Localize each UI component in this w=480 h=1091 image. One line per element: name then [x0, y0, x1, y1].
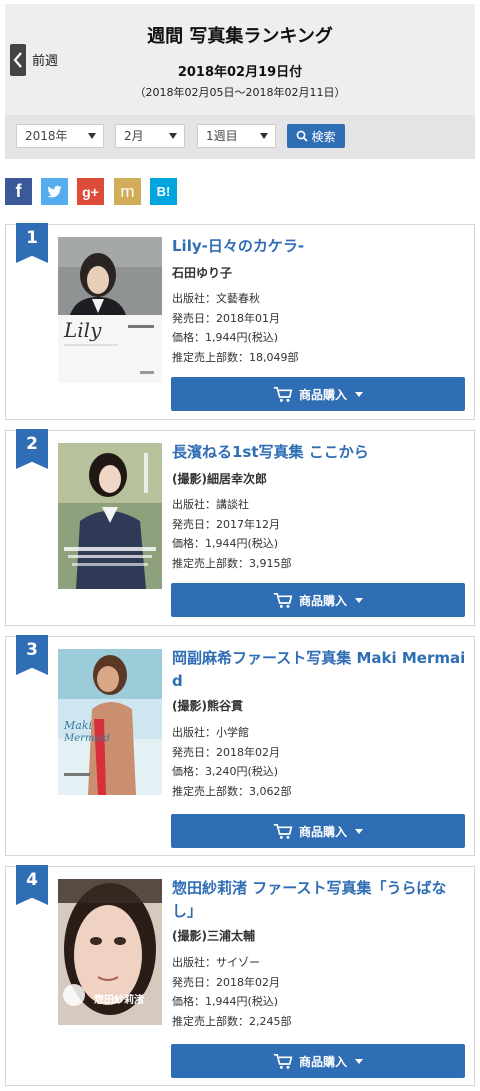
estimated-sales: 推定売上部数：18,049部 — [172, 350, 299, 364]
buy-button[interactable]: 商品購入 — [171, 814, 465, 848]
price: 価格：1,944円(税込) — [172, 331, 279, 344]
publisher: 出版社：文藝春秋 — [172, 292, 260, 305]
facebook-icon: f — [15, 181, 22, 201]
shopping-cart-icon — [273, 823, 293, 839]
buy-button-label: 商品購入 — [298, 824, 347, 839]
book-details: 出版社：文藝春秋 発売日：2018年01月 価格：1,944円(税込) 推定売上… — [172, 289, 299, 367]
book-author: (撮影)細居幸次郎 — [172, 472, 267, 486]
month-select[interactable]: 2月 — [115, 124, 185, 148]
estimated-sales: 推定売上部数：3,062部 — [172, 784, 292, 798]
caret-down-icon — [169, 133, 177, 139]
search-icon — [297, 130, 309, 142]
chevron-down-icon — [355, 828, 363, 834]
search-button-label: 検索 — [311, 129, 336, 144]
twitter-icon — [47, 185, 62, 198]
chevron-down-icon — [355, 391, 363, 397]
year-select-value: 2018年 — [25, 129, 68, 143]
estimated-sales: 推定売上部数：2,245部 — [172, 1014, 292, 1028]
googleplus-share-button[interactable]: g+ — [77, 178, 104, 205]
book-title-link[interactable]: 惣田紗莉渚 ファースト写真集「うらばなし」 — [172, 877, 467, 923]
release-date: 発売日：2018年02月 — [172, 975, 280, 989]
price: 価格：1,944円(税込) — [172, 537, 279, 550]
publisher: 出版社：小学館 — [172, 726, 249, 739]
week-select[interactable]: 1週目 — [197, 124, 276, 148]
chevron-down-icon — [355, 1058, 363, 1064]
buy-button[interactable]: 商品購入 — [171, 377, 465, 411]
price: 価格：3,240円(税込) — [172, 765, 279, 778]
rank-badge: 4 — [16, 865, 48, 905]
book-details: 出版社：小学館 発売日：2018年02月 価格：3,240円(税込) 推定売上部… — [172, 723, 292, 801]
book-title-link[interactable]: Lily-日々のカケラ- — [172, 235, 467, 258]
caret-down-icon — [88, 133, 96, 139]
googleplus-icon: g+ — [82, 183, 99, 200]
release-date: 発売日：2017年12月 — [172, 517, 280, 531]
week-select-value: 1週目 — [206, 129, 238, 143]
buy-button-label: 商品購入 — [298, 593, 347, 608]
buy-button-label: 商品購入 — [298, 1054, 347, 1069]
rank-badge: 3 — [16, 635, 48, 675]
chevron-down-icon — [355, 597, 363, 603]
ranking-item: 4 惣田紗莉渚 惣田紗莉渚 ファースト写真集「うらばなし」 (撮影)三浦太輔 出… — [5, 865, 475, 1086]
book-author: 石田ゆり子 — [172, 266, 233, 280]
page-title: 週間 写真集ランキング — [147, 26, 333, 47]
hatena-share-button[interactable]: B! — [150, 178, 177, 205]
rank-badge: 1 — [16, 223, 48, 263]
buy-button[interactable]: 商品購入 — [171, 583, 465, 617]
book-cover-image[interactable]: Maki Mermaid — [58, 649, 162, 795]
ranking-header: 前週 週間 写真集ランキング 2018年02月19日付 （2018年02月05日… — [5, 4, 475, 159]
rank-badge: 2 — [16, 429, 48, 469]
book-details: 出版社：サイゾー 発売日：2018年02月 価格：1,944円(税込) 推定売上… — [172, 953, 292, 1031]
mixi-icon: m — [120, 181, 135, 201]
ranking-date: 2018年02月19日付 — [177, 65, 303, 80]
ranking-period: （2018年02月05日～2018年02月11日） — [134, 86, 346, 99]
publisher: 出版社：講談社 — [172, 498, 249, 511]
buy-button-label: 商品購入 — [298, 387, 347, 402]
mixi-share-button[interactable]: m — [114, 178, 141, 205]
ranking-item: 2 長濱ねる1st写真集 ここから (撮影)細居幸次郎 出版社：講談社 発売日：… — [5, 429, 475, 626]
svg-text:Lily: Lily — [63, 318, 102, 342]
book-title-link[interactable]: 岡副麻希ファースト写真集 Maki Mermaid — [172, 647, 467, 693]
caret-down-icon — [260, 133, 268, 139]
book-cover-image[interactable] — [58, 443, 162, 589]
buy-button[interactable]: 商品購入 — [171, 1044, 465, 1078]
svg-text:惣田紗莉渚: 惣田紗莉渚 — [94, 993, 144, 1006]
shopping-cart-icon — [273, 1053, 293, 1069]
price: 価格：1,944円(税込) — [172, 995, 279, 1008]
ranking-item: 3 Maki Mermaid 岡副麻希ファースト写真集 Maki Mermaid… — [5, 635, 475, 856]
book-details: 出版社：講談社 発売日：2017年12月 価格：1,944円(税込) 推定売上部… — [172, 495, 292, 573]
publisher: 出版社：サイゾー — [172, 956, 260, 969]
twitter-share-button[interactable] — [41, 178, 68, 205]
ranking-item: 1 Lily Lily-日々のカケラ- 石田ゆり子 出版社：文藝春秋 発売日：2… — [5, 223, 475, 420]
svg-text:Mermaid: Mermaid — [63, 733, 110, 744]
release-date: 発売日：2018年02月 — [172, 745, 280, 759]
release-date: 発売日：2018年01月 — [172, 311, 280, 325]
shopping-cart-icon — [273, 592, 293, 608]
shopping-cart-icon — [273, 386, 293, 402]
month-select-value: 2月 — [124, 129, 144, 143]
search-button[interactable]: 検索 — [287, 124, 345, 148]
book-cover-image[interactable]: Lily — [58, 237, 162, 383]
book-title-link[interactable]: 長濱ねる1st写真集 ここから — [172, 441, 467, 464]
filter-bar: 2018年 2月 1週目 検索 — [5, 115, 475, 159]
book-author: (撮影)三浦太輔 — [172, 929, 255, 943]
year-select[interactable]: 2018年 — [16, 124, 104, 148]
book-cover-image[interactable]: 惣田紗莉渚 — [58, 879, 162, 1025]
hatena-bookmark-icon: B! — [156, 184, 171, 199]
estimated-sales: 推定売上部数：3,915部 — [172, 556, 292, 570]
svg-text:Maki: Maki — [63, 719, 92, 732]
facebook-share-button[interactable]: f — [5, 178, 32, 205]
book-author: (撮影)熊谷貫 — [172, 699, 243, 713]
